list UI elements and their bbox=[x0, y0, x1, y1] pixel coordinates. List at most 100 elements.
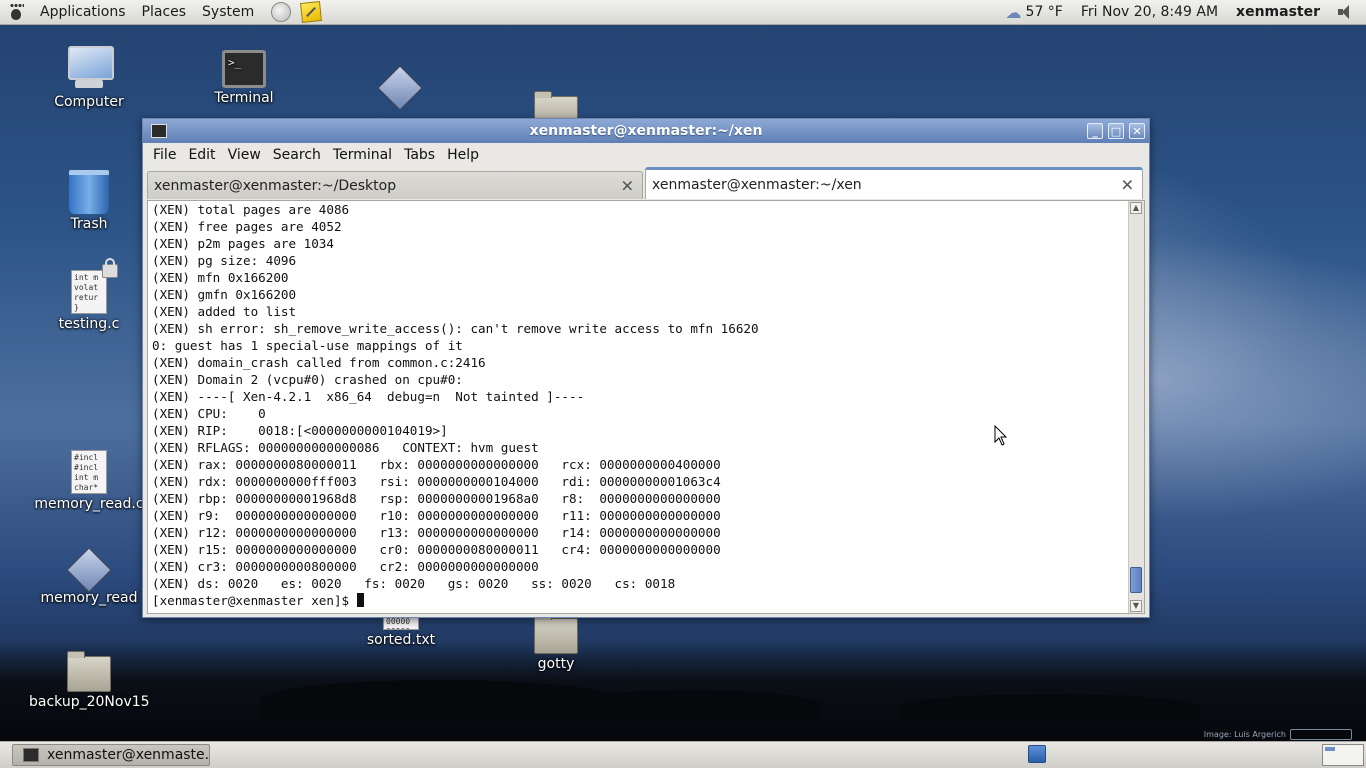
user-menu[interactable]: xenmaster bbox=[1236, 4, 1320, 20]
desktop-icon-label: gotty bbox=[537, 656, 575, 672]
terminal-line: 0: guest has 1 special-use mappings of i… bbox=[152, 338, 463, 353]
executable-icon bbox=[66, 547, 112, 593]
menu-applications[interactable]: Applications bbox=[32, 0, 134, 24]
close-button[interactable]: ✕ bbox=[1129, 123, 1145, 139]
menu-file[interactable]: File bbox=[147, 147, 182, 163]
window-menubar: File Edit View Search Terminal Tabs Help bbox=[143, 143, 1149, 167]
weather-temperature[interactable]: 57 °F bbox=[1026, 4, 1063, 20]
scroll-up-arrow-icon[interactable]: ▲ bbox=[1130, 202, 1142, 214]
volume-icon[interactable] bbox=[1338, 4, 1354, 20]
desktop-icon-backup[interactable]: backup_20Nov15 bbox=[29, 651, 150, 710]
taskbar-label: xenmaster@xenmaste... bbox=[47, 747, 210, 763]
workspace-switcher[interactable] bbox=[1322, 744, 1364, 766]
desktop-icon-label: testing.c bbox=[58, 316, 120, 332]
desktop-icon-computer[interactable]: Computer bbox=[29, 46, 149, 110]
terminal-line: (XEN) sh error: sh_remove_write_access()… bbox=[152, 321, 759, 336]
terminal-line: (XEN) p2m pages are 1034 bbox=[152, 236, 334, 251]
terminal-line: (XEN) ds: 0020 es: 0020 fs: 0020 gs: 002… bbox=[152, 576, 676, 591]
terminal-line: (XEN) pg size: 4096 bbox=[152, 253, 297, 268]
scroll-down-arrow-icon[interactable]: ▼ bbox=[1130, 600, 1142, 612]
show-desktop-icon[interactable] bbox=[1028, 745, 1046, 763]
terminal-area[interactable]: (XEN) total pages are 4086 (XEN) free pag… bbox=[147, 200, 1145, 614]
tab-label: xenmaster@xenmaster:~/Desktop bbox=[154, 177, 397, 194]
cloud-icon: ☁ bbox=[1005, 2, 1022, 22]
terminal-line: (XEN) Domain 2 (vcpu#0) crashed on cpu#0… bbox=[152, 372, 463, 387]
tab-xen[interactable]: xenmaster@xenmaster:~/xen ✕ bbox=[645, 167, 1143, 199]
terminal-line: (XEN) free pages are 4052 bbox=[152, 219, 342, 234]
folder-icon bbox=[534, 613, 578, 654]
terminal-line: (XEN) r15: 0000000000000000 cr0: 0000000… bbox=[152, 542, 721, 557]
desktop-icon-testing-c[interactable]: int m volat retur } testing.c bbox=[29, 258, 149, 332]
folder-icon bbox=[67, 651, 111, 692]
notes-launcher[interactable] bbox=[300, 1, 323, 23]
desktop-icon-label: backup_20Nov15 bbox=[29, 694, 150, 710]
terminal-line: (XEN) mfn 0x166200 bbox=[152, 270, 289, 285]
window-controls: _ □ ✕ bbox=[1082, 123, 1145, 139]
terminal-line: (XEN) rbp: 00000000001968d8 rsp: 0000000… bbox=[152, 491, 721, 506]
terminal-line: (XEN) rdx: 0000000000fff003 rsi: 0000000… bbox=[152, 474, 721, 489]
desktop-icon-label: Terminal bbox=[214, 90, 274, 106]
terminal-prompt[interactable]: [xenmaster@xenmaster xen]$ bbox=[152, 592, 1128, 609]
maximize-button[interactable]: □ bbox=[1108, 123, 1124, 139]
terminal-icon bbox=[23, 748, 39, 762]
desktop-icon-executable[interactable] bbox=[340, 65, 460, 111]
desktop-icon-label: memory_read.c bbox=[34, 496, 144, 512]
minimize-button[interactable]: _ bbox=[1087, 123, 1103, 139]
terminal-line: (XEN) ----[ Xen-4.2.1 x86_64 debug=n Not… bbox=[152, 389, 585, 404]
menu-edit[interactable]: Edit bbox=[182, 147, 221, 163]
bottom-panel: xenmaster@xenmaste... bbox=[0, 741, 1366, 768]
text-cursor bbox=[356, 593, 364, 607]
menu-places[interactable]: Places bbox=[134, 0, 195, 24]
clock[interactable]: Fri Nov 20, 8:49 AM bbox=[1081, 4, 1218, 20]
wallpaper-horizon bbox=[0, 640, 1366, 744]
trash-icon bbox=[69, 170, 109, 214]
notepad-icon bbox=[300, 1, 323, 23]
wallpaper-tree bbox=[900, 694, 1200, 720]
tab-desktop[interactable]: xenmaster@xenmaster:~/Desktop ✕ bbox=[147, 171, 643, 199]
window-title: xenmaster@xenmaster:~/xen bbox=[529, 123, 763, 139]
terminal-line: (XEN) domain_crash called from common.c:… bbox=[152, 355, 486, 370]
tab-bar: xenmaster@xenmaster:~/Desktop ✕ xenmaste… bbox=[143, 167, 1149, 199]
executable-icon bbox=[377, 65, 423, 111]
menu-tabs[interactable]: Tabs bbox=[398, 147, 441, 163]
tab-label: xenmaster@xenmaster:~/xen bbox=[652, 176, 862, 193]
desktop-icon-memory-read-c[interactable]: #incl #incl int m char* memory_read.c bbox=[29, 450, 149, 512]
wallpaper-credit: Image: Luis Argerich bbox=[1204, 729, 1352, 740]
terminal-line: (XEN) added to list bbox=[152, 304, 297, 319]
wallpaper-tree bbox=[560, 690, 820, 720]
terminal-line: (XEN) gmfn 0x166200 bbox=[152, 287, 297, 302]
top-panel: Applications Places System ☁ 57 °F Fri N… bbox=[0, 0, 1366, 25]
desktop-icon-terminal[interactable]: >_ Terminal bbox=[184, 50, 304, 106]
cc-license-icon bbox=[1290, 729, 1352, 740]
desktop-icon-label: sorted.txt bbox=[366, 632, 436, 648]
terminal-output[interactable]: (XEN) total pages are 4086 (XEN) free pag… bbox=[148, 201, 1128, 613]
window-titlebar[interactable]: xenmaster@xenmaster:~/xen _ □ ✕ bbox=[143, 119, 1149, 143]
desktop-icon-memory-read[interactable]: memory_read bbox=[29, 547, 149, 606]
terminal-line: (XEN) CPU: 0 bbox=[152, 406, 266, 421]
panel-tray: ☁ 57 °F Fri Nov 20, 8:49 AM xenmaster bbox=[1006, 3, 1366, 22]
web-browser-launcher[interactable] bbox=[270, 2, 292, 22]
desktop-icon-label: Computer bbox=[54, 94, 124, 110]
close-tab-icon[interactable]: ✕ bbox=[621, 176, 634, 195]
close-tab-icon[interactable]: ✕ bbox=[1121, 175, 1134, 194]
menu-terminal[interactable]: Terminal bbox=[327, 147, 398, 163]
text-file-icon: #incl #incl int m char* bbox=[71, 450, 107, 494]
globe-icon bbox=[271, 2, 292, 22]
terminal-line: (XEN) cr3: 0000000000800000 cr2: 0000000… bbox=[152, 559, 539, 574]
taskbar-terminal-button[interactable]: xenmaster@xenmaste... bbox=[12, 744, 210, 766]
prompt-text: [xenmaster@xenmaster xen]$ bbox=[152, 593, 357, 608]
menu-view[interactable]: View bbox=[222, 147, 267, 163]
desktop-icon-sorted-txt[interactable]: 00000 00000 sorted.txt bbox=[341, 614, 461, 648]
menu-help[interactable]: Help bbox=[441, 147, 485, 163]
menu-system[interactable]: System bbox=[194, 0, 262, 24]
desktop-icon-gotty[interactable]: gotty bbox=[496, 613, 616, 672]
menu-search[interactable]: Search bbox=[267, 147, 327, 163]
vertical-scrollbar[interactable]: ▲ ▼ bbox=[1128, 201, 1144, 613]
terminal-line: (XEN) RIP: 0018:[<0000000000104019>] bbox=[152, 423, 448, 438]
desktop-icon-trash[interactable]: Trash bbox=[29, 170, 149, 232]
terminal-line: (XEN) r12: 0000000000000000 r13: 0000000… bbox=[152, 525, 721, 540]
terminal-line: (XEN) rax: 0000000080000011 rbx: 0000000… bbox=[152, 457, 721, 472]
lock-icon bbox=[102, 258, 118, 278]
scrollbar-thumb[interactable] bbox=[1130, 567, 1142, 593]
desktop-icon-label: Trash bbox=[70, 216, 108, 232]
